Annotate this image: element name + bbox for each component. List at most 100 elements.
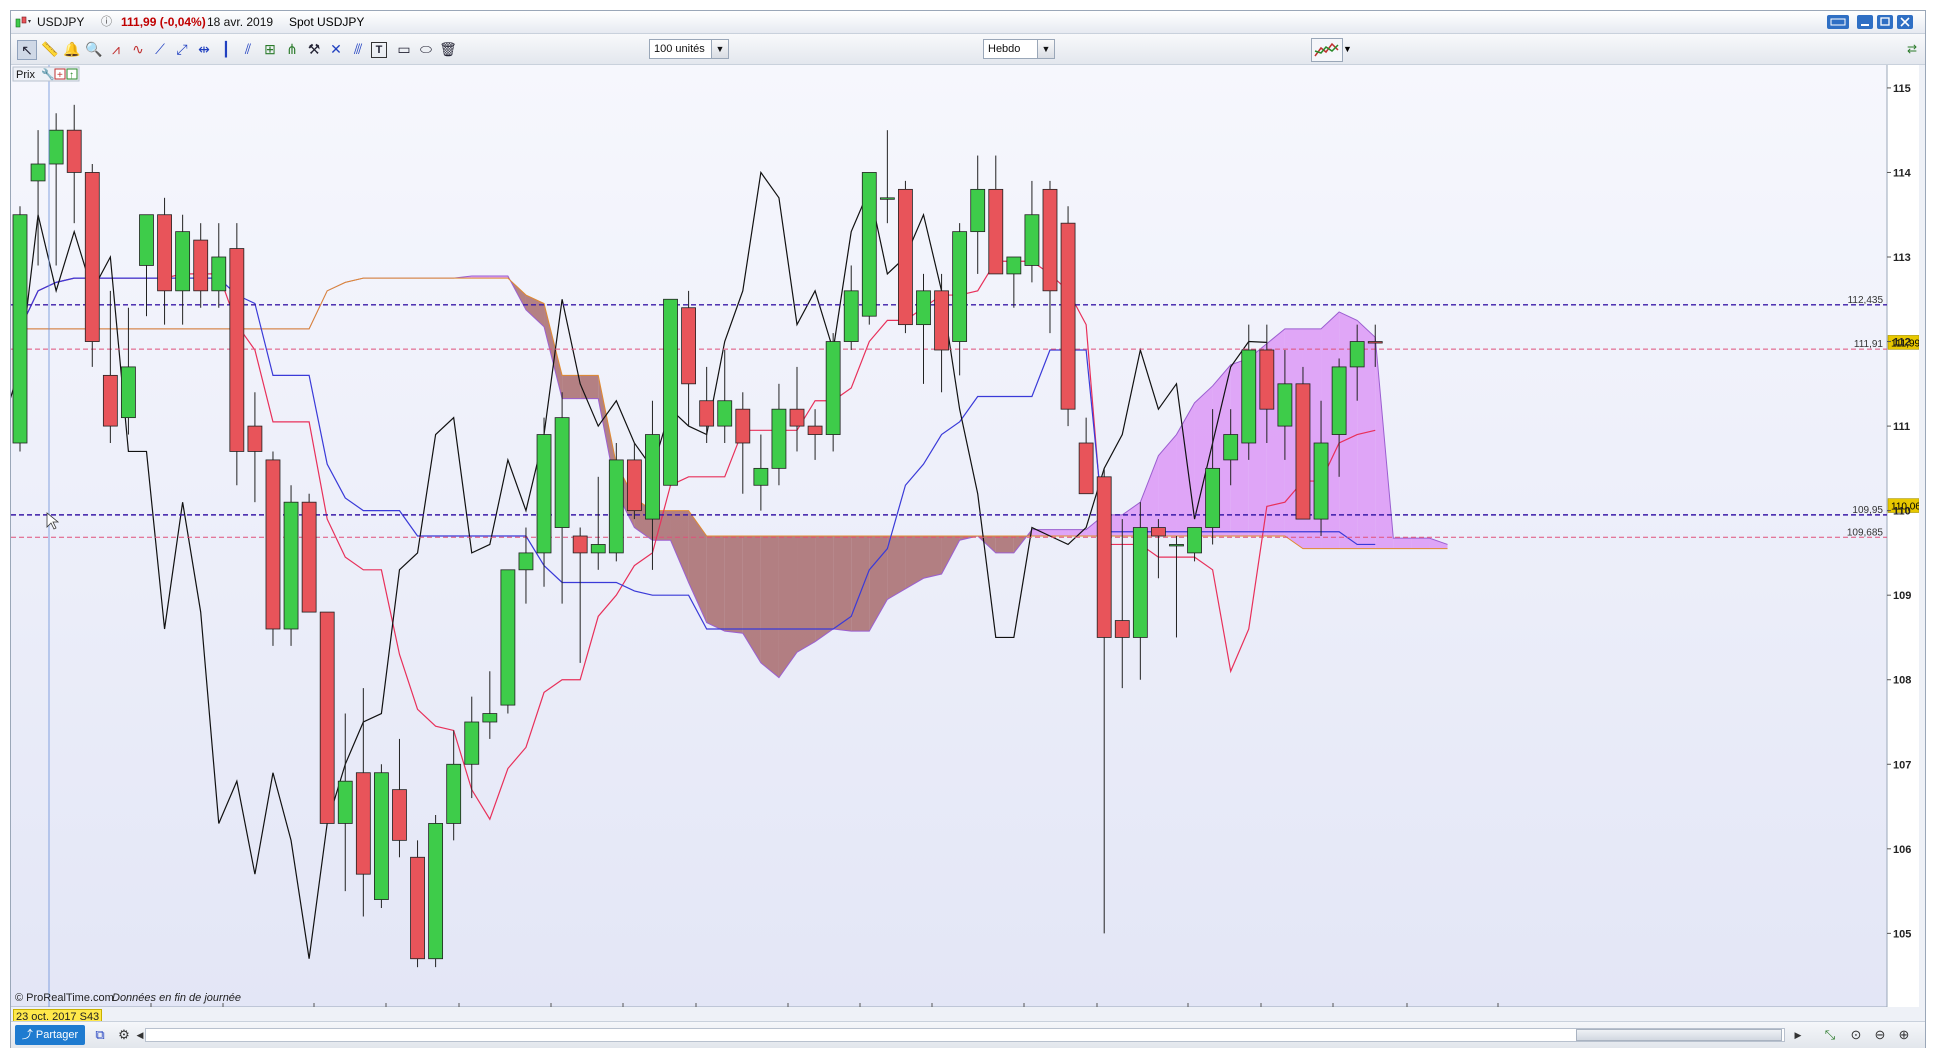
bearish-candle: [1078, 442, 1094, 495]
zoom-fit-icon[interactable]: ⤡: [1821, 1026, 1839, 1044]
minimize-icon[interactable]: [1857, 15, 1873, 29]
indicators-button[interactable]: [1311, 38, 1343, 62]
bearish-candle: [265, 459, 281, 630]
bearish-candle: [681, 307, 696, 385]
bearish-candle: [988, 188, 1004, 275]
bearish-candle: [1096, 476, 1112, 638]
kumo-segment: [815, 536, 834, 642]
keyboard-icon[interactable]: [1827, 15, 1849, 29]
horizontal-line-icon[interactable]: ⇹: [195, 40, 213, 58]
bottom-bar: ⤴ Partager ⧉ ⚙ ◀ ▶ ⤡ ⊙ ⊖ ⊕: [11, 1021, 1925, 1048]
horizontal-scrollbar[interactable]: [145, 1028, 1785, 1042]
bearish-candle: [699, 400, 715, 427]
gann-icon[interactable]: ⊞: [261, 40, 279, 58]
bullish-candle: [861, 172, 877, 317]
line-icon[interactable]: ⟋: [151, 40, 169, 58]
chart-window: USDJPY ⓘ 111,99 (-0,04%) 18 avr. 2019 Sp…: [10, 10, 1926, 1048]
bullish-candle: [753, 467, 769, 486]
ray-icon[interactable]: ⤢: [173, 40, 191, 58]
bullish-candle: [1223, 434, 1239, 461]
wave-icon[interactable]: ∿: [129, 40, 147, 58]
bearish-candle: [1060, 222, 1076, 410]
bearish-candle: [1114, 620, 1130, 638]
bullish-candle: [482, 713, 498, 723]
symbol-label[interactable]: USDJPY: [37, 11, 84, 33]
panel-toggle-icon[interactable]: ⇄: [1907, 38, 1923, 60]
ruler-icon[interactable]: 📏: [41, 40, 59, 58]
units-select[interactable]: 100 unités ▼: [649, 39, 729, 59]
zoom-reset-icon[interactable]: ⊙: [1847, 1026, 1865, 1044]
trash-icon[interactable]: 🗑: [439, 40, 457, 58]
price-level-label: 111,91: [1854, 339, 1884, 350]
bullish-candle: [500, 569, 516, 706]
chevron-down-icon: ▼: [711, 40, 728, 58]
bearish-candle: [355, 772, 371, 875]
chevron-down-icon: ▼: [1037, 40, 1054, 58]
price-level-label: 109,685: [1847, 527, 1884, 538]
bearish-candle: [572, 535, 588, 554]
bullish-candle: [645, 434, 660, 520]
price-tick-label: 111: [1893, 421, 1910, 433]
fibonacci-icon[interactable]: ⩘: [107, 40, 125, 58]
price-tick-label: 106: [1893, 844, 1911, 856]
svg-text:↑: ↑: [69, 70, 74, 81]
info-icon[interactable]: ⓘ: [101, 11, 112, 33]
restore-icon[interactable]: [1877, 15, 1893, 29]
bullish-candle: [536, 434, 552, 554]
zoom-in-icon[interactable]: ⊕: [1895, 1026, 1913, 1044]
bullish-candle: [970, 188, 986, 233]
bullish-candle: [879, 197, 895, 200]
ellipse-icon[interactable]: ⬭: [417, 40, 435, 58]
share-button[interactable]: ⤴ Partager: [15, 1025, 85, 1045]
bearish-candle: [229, 248, 245, 452]
cross-icon[interactable]: ✕: [327, 40, 345, 58]
rectangle-icon[interactable]: ▭: [395, 40, 413, 58]
bullish-candle: [916, 290, 931, 326]
bullish-candle: [175, 231, 191, 292]
data-note: Données en fin de journée: [112, 992, 241, 1004]
panel-label: Prix: [16, 69, 35, 81]
chart-area[interactable]: 112,435 111,91 111,99 110,06 109,95 109,685 1…: [11, 65, 1919, 1025]
compare-icon[interactable]: ⧉: [91, 1026, 109, 1044]
period-select[interactable]: Hebdo ▼: [983, 39, 1055, 59]
bullish-candle: [30, 163, 46, 182]
kumo-segment: [797, 536, 816, 653]
scrollbar-thumb[interactable]: [1576, 1029, 1782, 1041]
zoom-icon[interactable]: 🔍: [85, 40, 103, 58]
channel-icon[interactable]: ⫽: [239, 40, 257, 58]
bullish-candle: [464, 721, 480, 765]
instrument-name: Spot USDJPY: [289, 15, 365, 29]
price-axis-background: [1887, 65, 1919, 1007]
price-tick-label: 107: [1893, 759, 1911, 771]
bullish-candle: [1169, 544, 1184, 547]
bearish-candle: [807, 425, 823, 435]
kumo-segment: [706, 536, 725, 632]
chart-type-icon[interactable]: [15, 16, 33, 28]
hammer-icon[interactable]: ⚒: [305, 40, 323, 58]
kumo-segment: [580, 375, 599, 399]
zoom-out-icon[interactable]: ⊖: [1871, 1026, 1889, 1044]
vertical-line-icon[interactable]: ┃: [217, 40, 235, 58]
bullish-candle: [337, 780, 353, 824]
title-bar: USDJPY ⓘ 111,99 (-0,04%) 18 avr. 2019 Sp…: [11, 11, 1925, 34]
cursor-icon[interactable]: ↖: [17, 40, 37, 60]
text-icon[interactable]: T: [371, 42, 387, 58]
chevron-down-icon[interactable]: ▼: [1343, 38, 1353, 60]
bullish-candle: [663, 298, 678, 486]
pitchfork-icon[interactable]: ⋔: [283, 40, 301, 58]
price-chart[interactable]: 112,435111,91 111,99110,06109,95109,685 1…: [11, 65, 1919, 1007]
scroll-right-icon[interactable]: ▶: [1789, 1026, 1807, 1044]
bearish-candle: [157, 214, 172, 292]
wrench-icon[interactable]: 🔧: [41, 67, 55, 81]
alarm-bell-icon[interactable]: 🔔: [63, 40, 81, 58]
price-tick-label: 105: [1893, 928, 1911, 940]
bullish-candle: [48, 129, 64, 165]
bullish-candle: [283, 501, 299, 630]
kumo-segment: [724, 536, 743, 634]
bearish-candle: [789, 408, 805, 427]
bearish-candle: [247, 425, 263, 452]
share-icon: ⤴: [21, 1029, 36, 1041]
parallel-icon[interactable]: ⫻: [349, 40, 367, 58]
price-tick-label: 110: [1893, 506, 1911, 518]
bearish-candle: [934, 290, 949, 351]
